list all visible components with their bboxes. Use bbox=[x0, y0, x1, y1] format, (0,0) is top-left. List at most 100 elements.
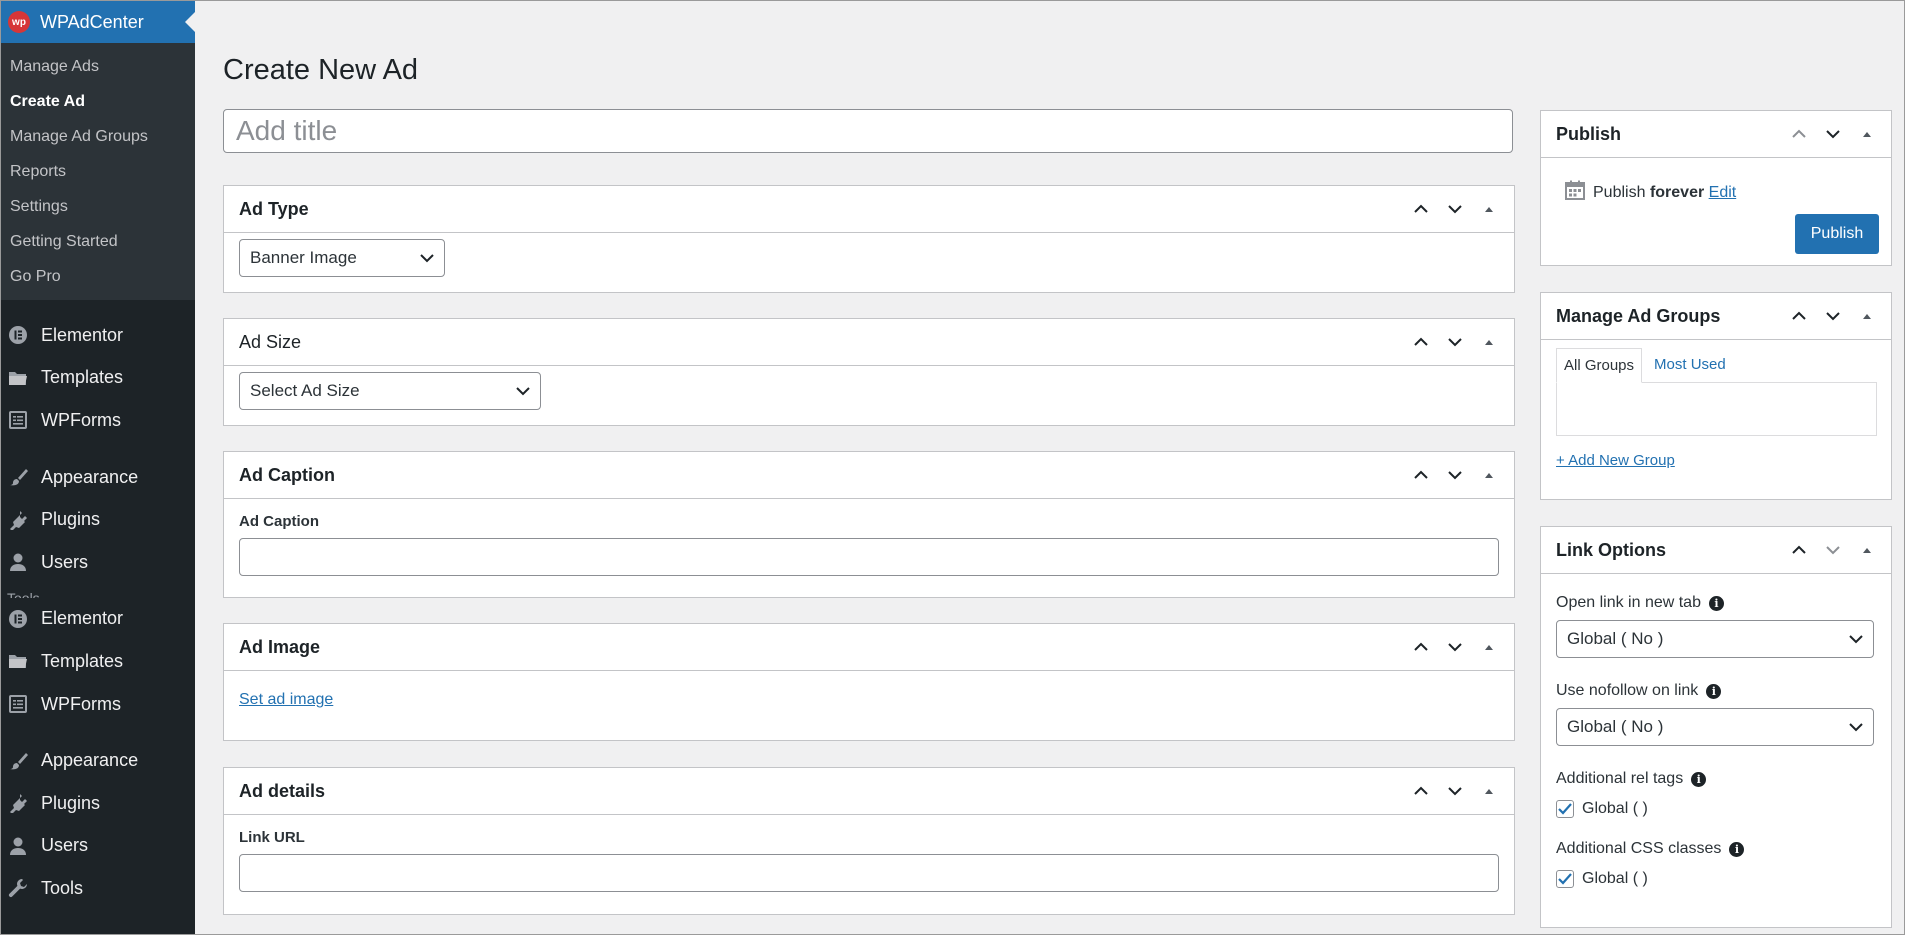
ad-size-select-value: Select Ad Size bbox=[250, 381, 360, 400]
publish-button[interactable]: Publish bbox=[1795, 214, 1879, 254]
chevron-down-icon bbox=[516, 381, 530, 401]
css-classes-label-row: Additional CSS classes i bbox=[1556, 840, 1877, 858]
nofollow-select[interactable]: Global ( No ) bbox=[1556, 708, 1874, 746]
menu-tools[interactable]: Tools bbox=[1, 867, 195, 910]
menu-wpforms-2[interactable]: WPForms bbox=[1, 683, 195, 726]
user-icon bbox=[7, 835, 29, 857]
move-up-icon[interactable] bbox=[1411, 465, 1431, 485]
move-up-icon[interactable] bbox=[1411, 199, 1431, 219]
css-classes-checkbox-row: Global ( ) bbox=[1556, 870, 1877, 888]
info-icon[interactable]: i bbox=[1691, 771, 1707, 787]
menu-templates[interactable]: Templates bbox=[1, 357, 195, 400]
css-classes-checkbox[interactable] bbox=[1556, 870, 1574, 888]
calendar-icon bbox=[1565, 180, 1585, 205]
new-tab-select-value: Global ( No ) bbox=[1567, 629, 1664, 648]
submenu-create-ad[interactable]: Create Ad bbox=[1, 84, 195, 119]
move-down-icon[interactable] bbox=[1445, 465, 1465, 485]
publish-schedule: Publish forever Edit bbox=[1541, 158, 1891, 205]
paintbrush-icon bbox=[7, 750, 29, 772]
menu-wpadcenter[interactable]: wp WPAdCenter bbox=[1, 1, 195, 43]
ad-details-header: Ad details bbox=[224, 768, 1514, 815]
collapse-toggle-icon[interactable] bbox=[1857, 124, 1877, 144]
collapse-toggle-icon[interactable] bbox=[1479, 465, 1499, 485]
submenu-go-pro[interactable]: Go Pro bbox=[1, 259, 195, 294]
menu-templates-2[interactable]: Templates bbox=[1, 640, 195, 683]
folder-icon bbox=[7, 367, 29, 389]
move-down-icon[interactable] bbox=[1823, 124, 1843, 144]
collapse-toggle-icon[interactable] bbox=[1857, 306, 1877, 326]
submenu-reports[interactable]: Reports bbox=[1, 154, 195, 189]
menu-elementor[interactable]: Elementor bbox=[1, 314, 195, 357]
link-url-label: Link URL bbox=[239, 829, 305, 846]
elementor-icon bbox=[7, 608, 29, 630]
set-ad-image-link[interactable]: Set ad image bbox=[239, 691, 333, 708]
move-down-icon[interactable] bbox=[1445, 332, 1465, 352]
move-up-icon[interactable] bbox=[1411, 637, 1431, 657]
rel-tags-label-row: Additional rel tags i bbox=[1556, 770, 1877, 788]
new-tab-label-row: Open link in new tab i bbox=[1556, 594, 1877, 612]
rel-tags-checkbox-row: Global ( ) bbox=[1556, 800, 1877, 818]
folder-icon bbox=[7, 650, 29, 672]
ad-groups-tabs: All Groups Most Used bbox=[1556, 348, 1877, 383]
info-icon[interactable]: i bbox=[1706, 683, 1722, 699]
collapse-toggle-icon[interactable] bbox=[1479, 332, 1499, 352]
link-url-input[interactable] bbox=[239, 854, 1499, 892]
move-up-icon[interactable] bbox=[1411, 332, 1431, 352]
ad-caption-header: Ad Caption bbox=[224, 452, 1514, 499]
ad-type-heading: Ad Type bbox=[239, 198, 309, 219]
move-down-icon[interactable] bbox=[1445, 199, 1465, 219]
publish-edit-link[interactable]: Edit bbox=[1709, 184, 1737, 201]
move-up-icon[interactable] bbox=[1411, 781, 1431, 801]
wpadcenter-logo-icon: wp bbox=[8, 11, 30, 33]
collapse-toggle-icon[interactable] bbox=[1857, 540, 1877, 560]
ad-size-heading: Ad Size bbox=[239, 331, 302, 352]
menu-appearance-2[interactable]: Appearance bbox=[1, 739, 195, 782]
ad-type-box: Ad Type Banner Image bbox=[223, 185, 1515, 293]
move-up-icon[interactable] bbox=[1789, 306, 1809, 326]
rel-tags-checkbox-label: Global ( ) bbox=[1582, 800, 1648, 817]
menu-users-2[interactable]: Users bbox=[1, 825, 195, 868]
move-down-icon[interactable] bbox=[1823, 306, 1843, 326]
move-up-icon[interactable] bbox=[1789, 124, 1809, 144]
publish-heading: Publish bbox=[1556, 123, 1622, 144]
collapse-toggle-icon[interactable] bbox=[1479, 637, 1499, 657]
move-up-icon[interactable] bbox=[1789, 540, 1809, 560]
menu-appearance-label: Appearance bbox=[41, 466, 139, 487]
menu-wpforms[interactable]: WPForms bbox=[1, 399, 195, 442]
menu-plugins-label: Plugins bbox=[41, 792, 101, 813]
submenu-settings[interactable]: Settings bbox=[1, 189, 195, 224]
menu-appearance[interactable]: Appearance bbox=[1, 456, 195, 499]
move-down-icon[interactable] bbox=[1445, 781, 1465, 801]
tab-all-groups[interactable]: All Groups bbox=[1556, 348, 1643, 383]
info-icon[interactable]: i bbox=[1708, 595, 1724, 611]
submenu-getting-started[interactable]: Getting Started bbox=[1, 224, 195, 259]
new-tab-select[interactable]: Global ( No ) bbox=[1556, 620, 1874, 658]
ad-image-header: Ad Image bbox=[224, 624, 1514, 671]
rel-tags-checkbox[interactable] bbox=[1556, 800, 1574, 818]
menu-tools-label: Tools bbox=[41, 877, 84, 898]
ad-groups-heading: Manage Ad Groups bbox=[1556, 305, 1721, 326]
menu-templates-label: Templates bbox=[41, 367, 124, 388]
wrench-icon bbox=[7, 877, 29, 899]
menu-plugins-2[interactable]: Plugins bbox=[1, 782, 195, 825]
menu-plugins[interactable]: Plugins bbox=[1, 498, 195, 541]
ad-size-select[interactable]: Select Ad Size bbox=[239, 372, 541, 410]
info-icon[interactable]: i bbox=[1729, 841, 1745, 857]
menu-tools-partial: Tools bbox=[1, 584, 195, 598]
add-new-group-link[interactable]: + Add New Group bbox=[1556, 452, 1675, 469]
nofollow-select-value: Global ( No ) bbox=[1567, 717, 1664, 736]
menu-users[interactable]: Users bbox=[1, 541, 195, 584]
menu-elementor-label: Elementor bbox=[41, 608, 124, 629]
ad-title-input[interactable]: Add title bbox=[223, 109, 1513, 153]
ad-caption-input[interactable] bbox=[239, 538, 1499, 576]
submenu-manage-ad-groups[interactable]: Manage Ad Groups bbox=[1, 119, 195, 154]
move-down-icon[interactable] bbox=[1445, 637, 1465, 657]
collapse-toggle-icon[interactable] bbox=[1479, 199, 1499, 219]
tab-most-used[interactable]: Most Used bbox=[1642, 348, 1733, 383]
menu-elementor-2[interactable]: Elementor bbox=[1, 598, 195, 641]
ad-type-select[interactable]: Banner Image bbox=[239, 239, 445, 277]
elementor-icon bbox=[7, 324, 29, 346]
submenu-manage-ads[interactable]: Manage Ads bbox=[1, 49, 195, 84]
collapse-toggle-icon[interactable] bbox=[1479, 781, 1499, 801]
move-down-icon[interactable] bbox=[1823, 540, 1843, 560]
